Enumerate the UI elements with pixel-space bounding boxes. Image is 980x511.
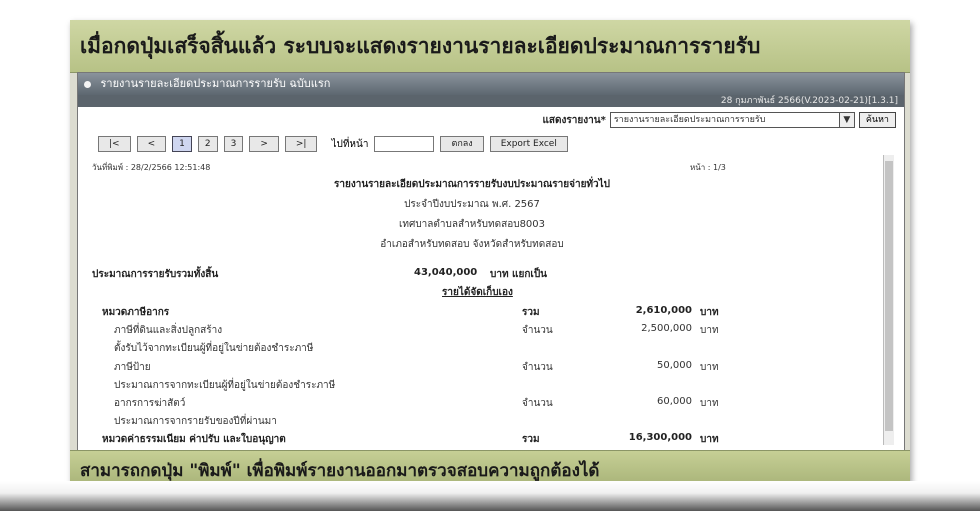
total-amount: 43,040,000 — [414, 267, 478, 278]
display-report-label: แสดงรายงาน* — [542, 114, 606, 126]
vertical-scrollbar[interactable] — [883, 155, 894, 445]
window-title: รายงานรายละเอียดประมาณการรายรับ ฉบับแรก — [100, 77, 331, 90]
row-label: ตั้งรับไว้จากทะเบียนผู้ที่อยู่ในข่ายต้อง… — [114, 343, 314, 355]
row-label: ภาษีป้าย — [114, 361, 151, 373]
search-button[interactable]: ค้นหา — [858, 112, 896, 128]
date-stamp-bar: 28 กุมภาพันธ์ 2566(V.2023-02-21)[1.3.1] — [78, 95, 904, 107]
fiscal-year: ประจำปีงบประมาณ พ.ศ. 2567 — [404, 199, 540, 210]
date-stamp: 28 กุมภาพันธ์ 2566(V.2023-02-21)[1.3.1] — [720, 96, 898, 106]
first-page-button[interactable]: |< — [98, 136, 131, 152]
row-unit: บาท — [700, 361, 719, 373]
row-label: ประมาณการจากทะเบียนผู้ที่อยู่ในข่ายต้องช… — [114, 379, 336, 391]
row-unit: บาท — [700, 434, 719, 446]
total-label: ประมาณการรายรับรวมทั้งสิ้น — [92, 269, 219, 280]
footer-banner: สามารถกดปุ่ม "พิมพ์" เพื่อพิมพ์รายงานออก… — [70, 450, 910, 484]
print-date: วันที่พิมพ์ : 28/2/2566 12:51:48 — [92, 163, 211, 172]
next-page-button[interactable]: > — [249, 136, 279, 152]
page-number: หน้า : 1/3 — [690, 163, 726, 172]
heading-text: เมื่อกดปุ่มเสร็จสิ้นแล้ว ระบบจะแสดงรายงา… — [80, 34, 761, 58]
row-amount: 60,000 — [657, 396, 692, 407]
row-kind: รวม — [522, 307, 540, 318]
footer-note: สามารถกดปุ่ม "พิมพ์" เพื่อพิมพ์รายงานออก… — [80, 461, 600, 481]
report-select-value: รายงานรายละเอียดประมาณการรายรับ — [613, 115, 766, 125]
go-button[interactable]: ตกลง — [440, 136, 484, 152]
row-amount: 2,610,000 — [635, 305, 692, 316]
heading-banner: เมื่อกดปุ่มเสร็จสิ้นแล้ว ระบบจะแสดงรายงา… — [70, 20, 910, 73]
organization: เทศบาลตำบลสำหรับทดสอบ8003 — [398, 219, 546, 230]
export-excel-button[interactable]: Export Excel — [489, 136, 568, 152]
row-label: ภาษีที่ดินและสิ่งปลูกสร้าง — [114, 325, 223, 337]
row-label: หมวดภาษีอากร — [102, 307, 170, 318]
report-select-row: แสดงรายงาน* รายงานรายละเอียดประมาณการราย… — [542, 111, 896, 129]
row-kind: จำนวน — [522, 361, 553, 373]
row-amount: 50,000 — [657, 359, 692, 371]
page-1-button[interactable]: 1 — [172, 136, 192, 152]
row-kind: รวม — [522, 434, 540, 446]
page-3-button[interactable]: 3 — [223, 136, 244, 152]
row-amount: 2,500,000 — [641, 323, 692, 335]
report-select[interactable]: รายงานรายละเอียดประมาณการรายรับ ▼ — [609, 112, 855, 128]
last-page-button[interactable]: >| — [284, 136, 318, 152]
row-unit: บาท — [700, 307, 719, 318]
report-body: วันที่พิมพ์ : 28/2/2566 12:51:48 หน้า : … — [92, 155, 852, 453]
row-label: ประมาณการจากรายรับของปีที่ผ่านมา — [114, 416, 277, 428]
slide-frame: เมื่อกดปุ่มเสร็จสิ้นแล้ว ระบบจะแสดงรายงา… — [70, 20, 910, 484]
app-screenshot: รายงานรายละเอียดประมาณการรายรับ ฉบับแรก … — [77, 72, 905, 454]
prev-page-button[interactable]: < — [136, 136, 167, 152]
page-2-button[interactable]: 2 — [197, 136, 218, 152]
row-label: อากรการฆ่าสัตว์ — [114, 398, 186, 409]
row-kind: จำนวน — [522, 398, 553, 409]
report-title: รายงานรายละเอียดประมาณการรายรับงบประมาณร… — [333, 179, 611, 190]
bullet-icon — [84, 80, 91, 88]
scrollbar-thumb[interactable] — [885, 161, 893, 431]
total-unit: บาท แยกเป็น — [490, 269, 547, 280]
window-titlebar: รายงานรายละเอียดประมาณการรายรับ ฉบับแรก — [78, 73, 904, 95]
row-label: หมวดค่าธรรมเนียม ค่าปรับ และใบอนุญาต — [102, 434, 286, 446]
chevron-down-icon[interactable]: ▼ — [838, 113, 854, 127]
row-kind: จำนวน — [522, 325, 553, 337]
goto-page-label: ไปที่หน้า — [331, 138, 369, 150]
section-heading: รายได้จัดเก็บเอง — [442, 287, 513, 298]
goto-page-input[interactable] — [374, 136, 435, 152]
pager: |< < 1 2 3 > >| ไปที่หน้า ตกลง Export Ex… — [98, 135, 568, 153]
location: อำเภอสำหรับทดสอบ จังหวัดสำหรับทดสอบ — [380, 239, 564, 250]
row-unit: บาท — [700, 398, 719, 409]
row-unit: บาท — [700, 325, 719, 337]
page-shadow — [0, 481, 980, 511]
row-amount: 16,300,000 — [628, 432, 692, 444]
